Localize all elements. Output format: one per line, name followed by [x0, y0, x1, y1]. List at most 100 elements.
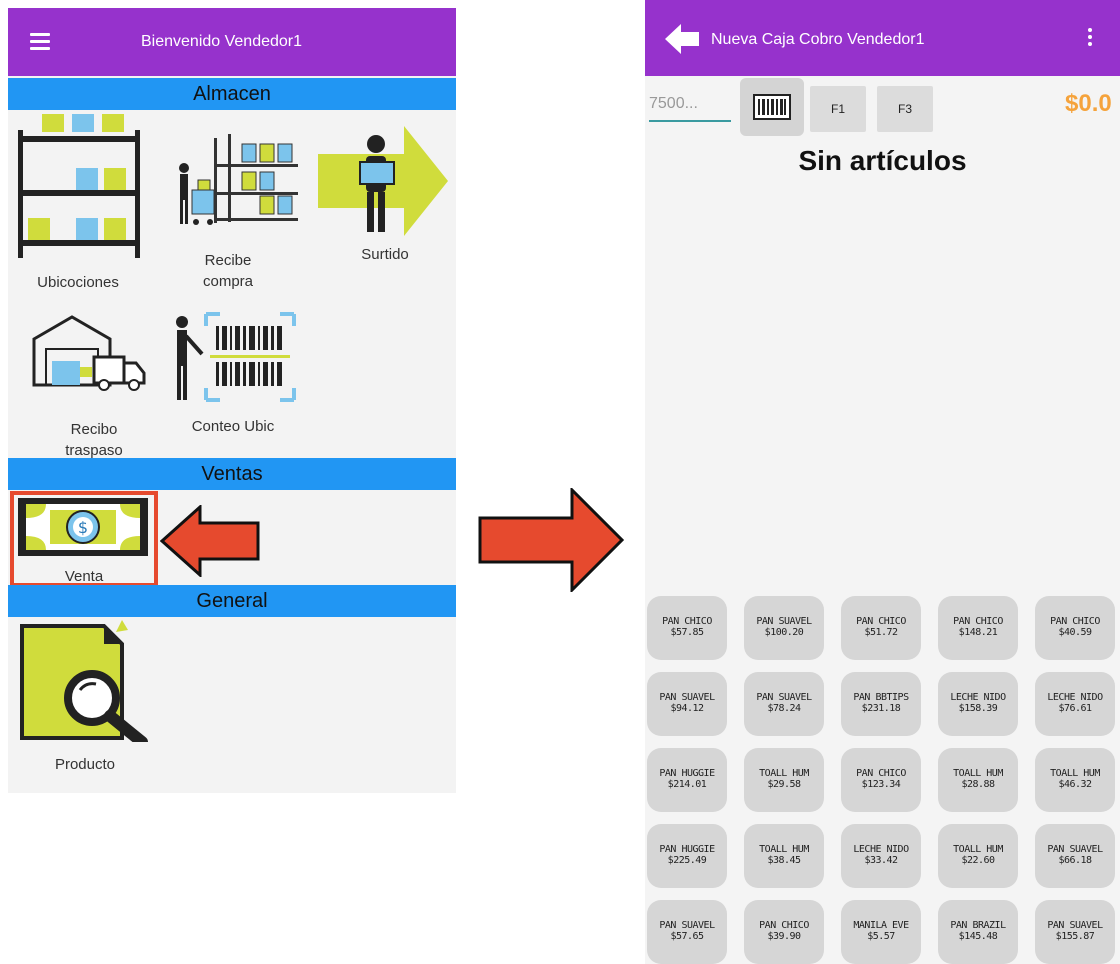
product-price: $158.39: [958, 703, 998, 714]
product-button[interactable]: LECHE NIDO $158.39: [938, 672, 1018, 736]
product-name: PAN SUAVEL: [756, 616, 812, 627]
barcode-scan-icon: [176, 312, 296, 402]
svg-text:$: $: [78, 518, 88, 537]
product-name: LECHE NIDO: [853, 844, 909, 855]
tile-recibe-compra[interactable]: Recibe compra: [158, 110, 298, 290]
product-price: $78.24: [767, 703, 801, 714]
tile-label: Conteo Ubic: [191, 418, 275, 435]
product-button[interactable]: PAN CHICO $51.72: [841, 596, 921, 660]
product-price: $39.90: [767, 931, 801, 942]
barcode-scan-button[interactable]: [740, 78, 804, 136]
main-menu-screen: Bienvenido Vendedor1 Almacen Ubicociones: [8, 8, 456, 793]
product-button[interactable]: PAN BBTIPS $231.18: [841, 672, 921, 736]
tile-label: Ubicociones: [37, 274, 119, 291]
product-name: PAN SUAVEL: [1047, 844, 1103, 855]
product-name: PAN BBTIPS: [853, 692, 909, 703]
product-price: $57.65: [670, 931, 704, 942]
product-button[interactable]: PAN SUAVEL $78.24: [744, 672, 824, 736]
f3-button[interactable]: F3: [877, 86, 933, 132]
tile-label: Producto: [54, 756, 116, 773]
product-button[interactable]: MANILA EVE $5.57: [841, 900, 921, 964]
product-button[interactable]: PAN BRAZIL $145.48: [938, 900, 1018, 964]
product-button[interactable]: PAN SUAVEL $155.87: [1035, 900, 1115, 964]
app-bar-title: Nueva Caja Cobro Vendedor1: [711, 31, 925, 48]
product-price: $225.49: [667, 855, 707, 866]
new-sale-screen: Nueva Caja Cobro Vendedor1 F1 F3 $0.0 Si…: [645, 0, 1120, 964]
product-price: $57.85: [670, 627, 704, 638]
product-price: $22.60: [961, 855, 995, 866]
transition-arrow-icon: [478, 488, 624, 592]
product-name: LECHE NIDO: [950, 692, 1006, 703]
product-button[interactable]: PAN CHICO $123.34: [841, 748, 921, 812]
product-button[interactable]: TOALL HUM $28.88: [938, 748, 1018, 812]
product-button[interactable]: TOALL HUM $46.32: [1035, 748, 1115, 812]
product-name: TOALL HUM: [759, 844, 809, 855]
product-price: $148.21: [958, 627, 998, 638]
overflow-menu-icon[interactable]: [1088, 28, 1092, 49]
tile-label-line2: compra: [202, 273, 254, 290]
product-name: PAN CHICO: [856, 616, 906, 627]
warehouse-truck-icon: [32, 315, 146, 391]
product-button[interactable]: LECHE NIDO $76.61: [1035, 672, 1115, 736]
f1-button[interactable]: F1: [810, 86, 866, 132]
tile-producto[interactable]: Producto: [10, 618, 160, 778]
product-name: TOALL HUM: [953, 844, 1003, 855]
product-price: $155.87: [1055, 931, 1095, 942]
product-button[interactable]: PAN SUAVEL $66.18: [1035, 824, 1115, 888]
product-price: $145.48: [958, 931, 998, 942]
shelves-icon: [18, 114, 140, 258]
barcode-icon: [753, 94, 791, 120]
product-name: PAN BRAZIL: [950, 920, 1006, 931]
section-header-general: General: [8, 585, 456, 617]
product-name: PAN CHICO: [953, 616, 1003, 627]
tile-conteo-ubic[interactable]: Conteo Ubic: [168, 308, 298, 438]
tile-label: Venta: [64, 568, 104, 585]
product-name: PAN CHICO: [1050, 616, 1100, 627]
product-name: PAN CHICO: [759, 920, 809, 931]
tile-label-line1: Recibe: [204, 252, 252, 269]
product-name: PAN SUAVEL: [659, 692, 715, 703]
product-button[interactable]: PAN SUAVEL $57.65: [647, 900, 727, 964]
product-button[interactable]: TOALL HUM $29.58: [744, 748, 824, 812]
tile-recibo-traspaso[interactable]: Recibo traspaso: [24, 303, 164, 463]
product-button[interactable]: TOALL HUM $22.60: [938, 824, 1018, 888]
product-name: PAN SUAVEL: [1047, 920, 1103, 931]
product-price: $38.45: [767, 855, 801, 866]
product-price: $76.61: [1058, 703, 1092, 714]
search-input[interactable]: [649, 88, 731, 122]
product-price: $51.72: [864, 627, 898, 638]
tile-label-line1: Recibo: [70, 421, 118, 438]
product-name: PAN SUAVEL: [756, 692, 812, 703]
cart-shelves-icon: [179, 134, 298, 225]
product-name: TOALL HUM: [759, 768, 809, 779]
product-name: LECHE NIDO: [1047, 692, 1103, 703]
menu-icon[interactable]: [30, 33, 50, 50]
tile-label: Surtido: [361, 246, 409, 263]
product-button[interactable]: PAN HUGGIE $225.49: [647, 824, 727, 888]
product-button[interactable]: PAN CHICO $39.90: [744, 900, 824, 964]
back-arrow-icon[interactable]: [665, 24, 699, 54]
product-button[interactable]: TOALL HUM $38.45: [744, 824, 824, 888]
tile-venta[interactable]: $ Venta: [12, 494, 156, 586]
tile-ubicaciones[interactable]: Ubicociones: [8, 110, 148, 291]
product-price: $46.32: [1058, 779, 1092, 790]
product-price: $100.20: [764, 627, 804, 638]
product-button[interactable]: PAN SUAVEL $100.20: [744, 596, 824, 660]
product-button[interactable]: PAN SUAVEL $94.12: [647, 672, 727, 736]
product-button[interactable]: PAN CHICO $57.85: [647, 596, 727, 660]
product-price: $28.88: [961, 779, 995, 790]
app-bar-title: Bienvenido Vendedor1: [141, 33, 303, 50]
product-price: $5.57: [867, 931, 895, 942]
product-name: PAN HUGGIE: [659, 768, 715, 779]
surtido-arrow-icon: [318, 126, 448, 236]
app-bar: Nueva Caja Cobro Vendedor1: [645, 0, 1120, 76]
product-button[interactable]: LECHE NIDO $33.42: [841, 824, 921, 888]
tile-surtido[interactable]: Surtido: [314, 110, 456, 280]
document-search-icon: [20, 620, 148, 742]
product-name: PAN SUAVEL: [659, 920, 715, 931]
product-button[interactable]: PAN CHICO $148.21: [938, 596, 1018, 660]
product-button[interactable]: PAN CHICO $40.59: [1035, 596, 1115, 660]
product-price: $33.42: [864, 855, 898, 866]
product-button[interactable]: PAN HUGGIE $214.01: [647, 748, 727, 812]
section-header-ventas: Ventas: [8, 458, 456, 490]
